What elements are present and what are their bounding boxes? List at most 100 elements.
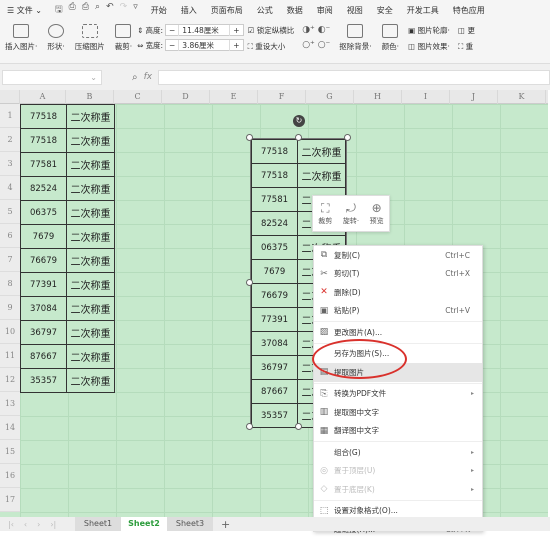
- context-menu-item[interactable]: ▦ 翻译图中文字: [314, 422, 482, 441]
- label-cell[interactable]: 二次称重: [66, 344, 115, 369]
- resize-handle[interactable]: [344, 134, 351, 141]
- tab-data[interactable]: 数据: [280, 5, 310, 16]
- name-box[interactable]: ⌄: [2, 69, 102, 85]
- mini-preview-button[interactable]: ⊕ 预览: [370, 201, 384, 226]
- row-header[interactable]: 12: [0, 368, 20, 392]
- label-cell[interactable]: 二次称重: [66, 128, 115, 153]
- row-header[interactable]: 13: [0, 392, 20, 416]
- select-all-corner[interactable]: [0, 90, 20, 104]
- code-cell[interactable]: 77518: [20, 128, 67, 153]
- width-field[interactable]: −3.86厘米 +: [165, 39, 244, 51]
- row-header[interactable]: 5: [0, 200, 20, 224]
- code-cell[interactable]: 36797: [251, 355, 298, 380]
- insert-picture-button[interactable]: 插入图片·: [0, 20, 42, 52]
- lock-ratio-checkbox[interactable]: ☑ 锁定纵横比: [248, 25, 295, 36]
- row-header[interactable]: 9: [0, 296, 20, 320]
- row-header[interactable]: 1: [0, 104, 20, 128]
- label-cell[interactable]: 二次称重: [66, 176, 115, 201]
- column-header[interactable]: K: [498, 90, 546, 104]
- context-menu-item[interactable]: ▣ 粘贴(P) Ctrl+V: [314, 302, 482, 321]
- code-cell[interactable]: 87667: [20, 344, 67, 369]
- label-cell[interactable]: 二次称重: [66, 248, 115, 273]
- picture-outline-button[interactable]: ▣ 图片轮廓·: [408, 25, 450, 36]
- row-header[interactable]: 17: [0, 488, 20, 512]
- last-sheet-icon[interactable]: ›|: [50, 520, 56, 529]
- code-cell[interactable]: 77518: [251, 139, 298, 164]
- code-cell[interactable]: 77518: [251, 163, 298, 188]
- code-cell[interactable]: 76679: [20, 248, 67, 273]
- row-header[interactable]: 2: [0, 128, 20, 152]
- tab-formulas[interactable]: 公式: [250, 5, 280, 16]
- tab-security[interactable]: 安全: [370, 5, 400, 16]
- row-header[interactable]: 14: [0, 416, 20, 440]
- tab-developer[interactable]: 开发工具: [400, 5, 446, 16]
- tab-home[interactable]: 开始: [144, 5, 174, 16]
- label-cell[interactable]: 二次称重: [66, 296, 115, 321]
- context-menu-item[interactable]: ✕ 删除(D): [314, 283, 482, 302]
- first-sheet-icon[interactable]: |‹: [8, 520, 14, 529]
- code-cell[interactable]: 35357: [20, 368, 67, 393]
- compress-picture-button[interactable]: 压缩图片: [70, 20, 110, 52]
- column-header[interactable]: G: [306, 90, 354, 104]
- resize-handle[interactable]: [246, 134, 253, 141]
- code-cell[interactable]: 77518: [20, 104, 67, 129]
- code-cell[interactable]: 06375: [251, 235, 298, 260]
- row-header[interactable]: 4: [0, 176, 20, 200]
- column-header[interactable]: I: [402, 90, 450, 104]
- column-header[interactable]: C: [114, 90, 162, 104]
- code-cell[interactable]: 87667: [251, 379, 298, 404]
- picture-effects-button[interactable]: ◫ 图片效果·: [408, 41, 450, 52]
- context-menu-item[interactable]: ▨ 更改图片(A)...: [314, 323, 482, 342]
- brightness-up-icon[interactable]: ◑⁺: [302, 25, 315, 35]
- tab-view[interactable]: 视图: [340, 5, 370, 16]
- row-header[interactable]: 6: [0, 224, 20, 248]
- resize-handle[interactable]: [246, 279, 253, 286]
- label-cell[interactable]: 二次称重: [66, 224, 115, 249]
- sheet-tab-sheet1[interactable]: Sheet1: [75, 517, 121, 531]
- height-increase[interactable]: +: [230, 26, 242, 35]
- customize-icon[interactable]: ▿: [133, 2, 138, 18]
- tab-page-layout[interactable]: 页面布局: [204, 5, 250, 16]
- next-sheet-icon[interactable]: ›: [37, 520, 40, 529]
- code-cell[interactable]: 77581: [251, 187, 298, 212]
- color-button[interactable]: 颜色·: [377, 20, 404, 52]
- column-header[interactable]: A: [20, 90, 66, 104]
- label-cell[interactable]: 二次称重: [66, 104, 115, 129]
- column-header[interactable]: B: [66, 90, 114, 104]
- sheet-tab-sheet3[interactable]: Sheet3: [167, 517, 213, 531]
- code-cell[interactable]: 37084: [251, 331, 298, 356]
- contrast-down-icon[interactable]: ○⁻: [318, 40, 331, 50]
- label-cell[interactable]: 二次称重: [66, 320, 115, 345]
- context-menu-item[interactable]: ◎ 置于顶层(U) ▸: [314, 462, 482, 481]
- row-header[interactable]: 7: [0, 248, 20, 272]
- code-cell[interactable]: 77581: [20, 152, 67, 177]
- fx-icon[interactable]: fx: [144, 72, 153, 82]
- tab-review[interactable]: 审阅: [310, 5, 340, 16]
- width-increase[interactable]: +: [230, 41, 242, 50]
- row-header[interactable]: 15: [0, 440, 20, 464]
- context-menu-item[interactable]: ▥ 提取图中文字: [314, 403, 482, 422]
- code-cell[interactable]: 77391: [251, 307, 298, 332]
- column-header[interactable]: H: [354, 90, 402, 104]
- column-header[interactable]: E: [210, 90, 258, 104]
- formula-input[interactable]: [158, 69, 550, 85]
- height-decrease[interactable]: −: [166, 26, 178, 35]
- print-preview-icon[interactable]: ⌕: [95, 2, 100, 18]
- mini-rotate-button[interactable]: ⤾ 旋转·: [343, 201, 359, 226]
- save-icon[interactable]: 🖫: [55, 2, 63, 18]
- undo-icon[interactable]: ↶: [106, 2, 114, 18]
- code-cell[interactable]: 35357: [251, 403, 298, 428]
- context-menu-item[interactable]: ◇ 置于底层(K) ▸: [314, 480, 482, 499]
- resize-handle[interactable]: [295, 423, 302, 430]
- zoom-icon[interactable]: ⌕: [132, 72, 138, 83]
- height-field[interactable]: −11.48厘米 +: [165, 24, 244, 36]
- add-sheet-icon[interactable]: +: [213, 518, 230, 531]
- row-header[interactable]: 3: [0, 152, 20, 176]
- reset-size-button[interactable]: ⛶ 重设大小: [248, 41, 295, 52]
- mini-crop-button[interactable]: ⛶ 裁剪: [318, 201, 332, 226]
- code-cell[interactable]: 82524: [20, 176, 67, 201]
- tab-insert[interactable]: 插入: [174, 5, 204, 16]
- code-cell[interactable]: 77391: [20, 272, 67, 297]
- code-cell[interactable]: 76679: [251, 283, 298, 308]
- label-cell[interactable]: 二次称重: [297, 139, 346, 164]
